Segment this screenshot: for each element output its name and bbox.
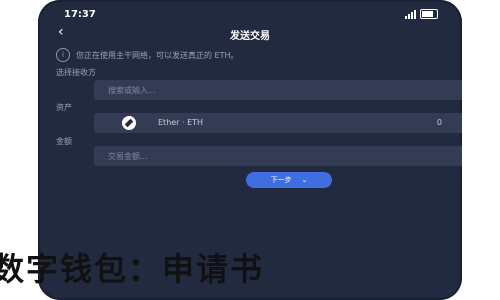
amount-input[interactable]: 交易金额... bbox=[94, 146, 462, 166]
status-icons bbox=[405, 9, 438, 19]
amount-label: 金额 bbox=[56, 137, 72, 146]
amount-placeholder: 交易金额... bbox=[108, 152, 148, 161]
overlay-caption-text: 数字钱包：申请书 bbox=[0, 250, 265, 284]
recipient-placeholder: 搜索或输入... bbox=[108, 86, 156, 95]
eth-icon bbox=[122, 116, 136, 130]
page-title: 发送交易 bbox=[230, 31, 270, 42]
asset-balance: 0 bbox=[436, 118, 442, 127]
battery-icon bbox=[420, 9, 438, 19]
network-notice: i 您正在使用主干网络，可以发送真正的 ETH。 bbox=[56, 48, 239, 62]
asset-name: Ether · ETH bbox=[158, 118, 204, 127]
asset-label: 资产 bbox=[56, 103, 72, 112]
asset-select[interactable]: Ether · ETH 0 › bbox=[94, 113, 462, 133]
chevron-down-icon: ⌄ bbox=[301, 176, 308, 184]
next-button[interactable]: 下一步 ⌄ bbox=[246, 172, 332, 188]
recipient-label: 选择接收方 bbox=[56, 68, 96, 77]
notice-text: 您正在使用主干网络，可以发送真正的 ETH。 bbox=[76, 50, 239, 60]
status-time: 17:37 bbox=[64, 9, 96, 20]
recipient-input[interactable]: 搜索或输入... bbox=[94, 80, 462, 100]
signal-icon bbox=[405, 9, 416, 19]
nav-bar: ‹ 发送交易 bbox=[38, 22, 462, 42]
info-icon: i bbox=[56, 48, 70, 62]
overlay-caption: 数字钱包：申请书 bbox=[0, 244, 500, 284]
next-button-label: 下一步 bbox=[270, 176, 292, 184]
